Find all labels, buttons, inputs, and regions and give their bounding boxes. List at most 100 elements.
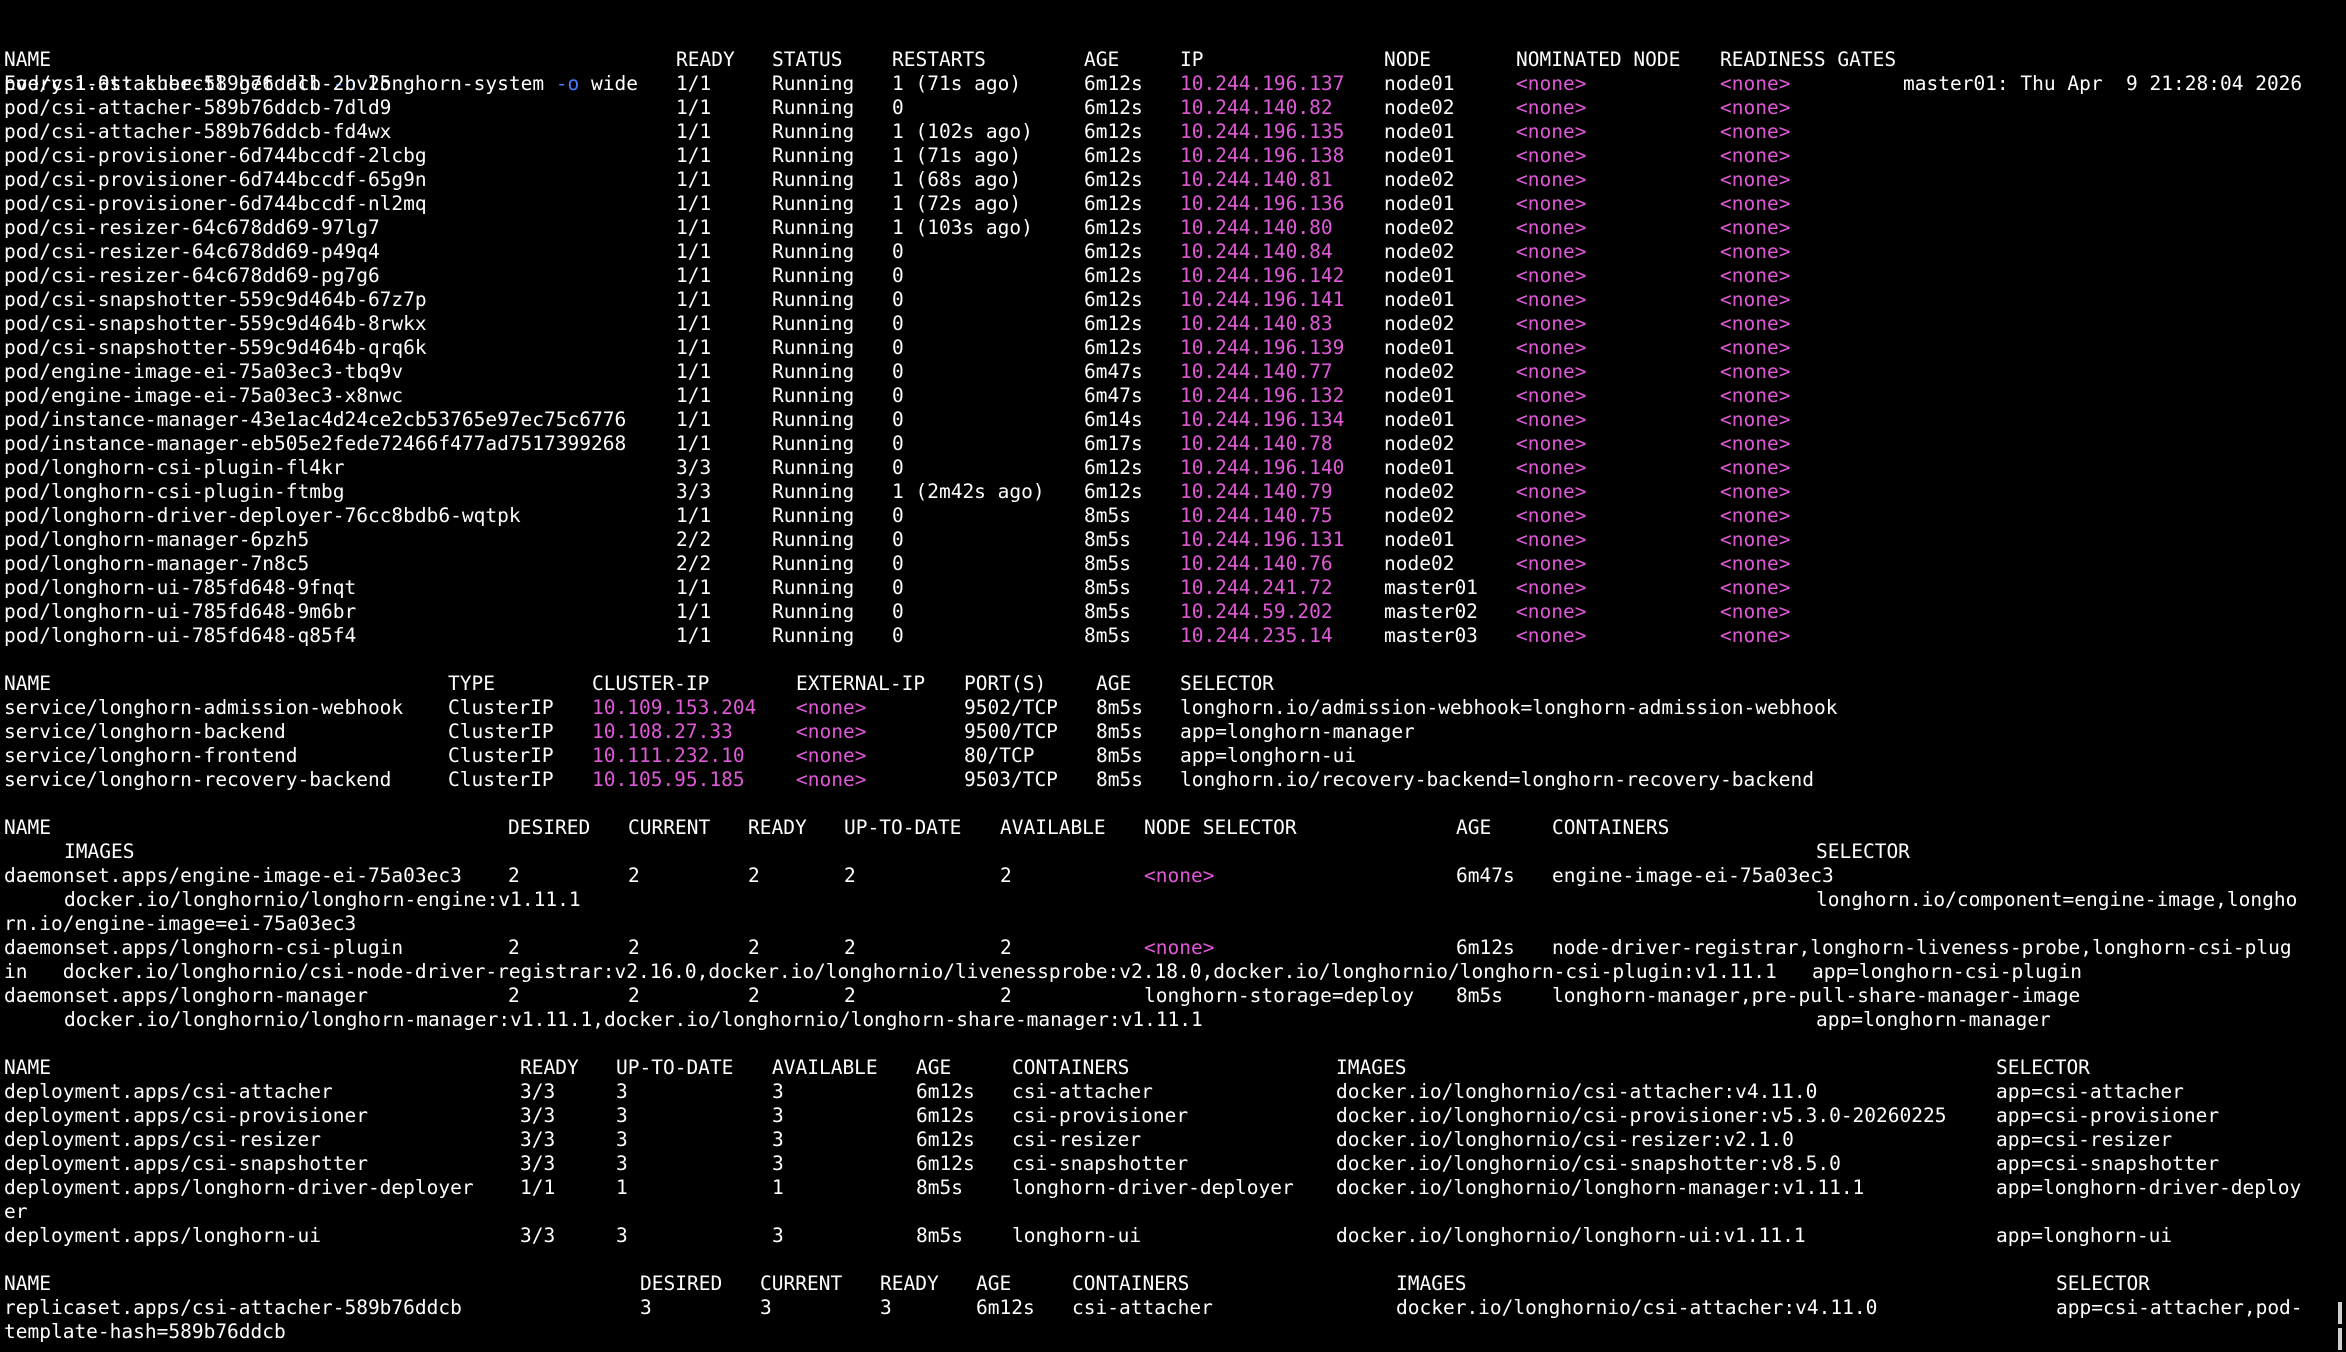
pod-name: pod/longhorn-ui-785fd648-9m6br	[4, 600, 357, 623]
pod-ready: 1/1	[676, 96, 712, 119]
pod-node: node01	[1384, 264, 1455, 287]
daemonset-name: daemonset.apps/engine-image-ei-75a03ec3	[4, 864, 462, 887]
service-name: service/longhorn-recovery-backend	[4, 768, 392, 791]
pod-restarts: 0	[892, 552, 904, 575]
pod-ready: 1/1	[676, 336, 712, 359]
pod-restarts: 0	[892, 504, 904, 527]
pod-readiness-gates: <none>	[1720, 600, 1791, 623]
pod-status: Running	[772, 552, 855, 575]
pod-ip: 10.244.196.137	[1180, 72, 1345, 95]
pod-age: 6m47s	[1084, 360, 1143, 383]
rs-current: 3	[760, 1296, 772, 1319]
pod-status: Running	[772, 96, 855, 119]
pod-node: node01	[1384, 336, 1455, 359]
pod-name: pod/longhorn-csi-plugin-ftmbg	[4, 480, 345, 503]
pod-row: pod/engine-image-ei-75a03ec3-tbq9v 1/1 Run…	[4, 360, 2334, 384]
pod-restarts: 0	[892, 408, 904, 431]
pod-readiness-gates: <none>	[1720, 576, 1791, 599]
dep-uptodate: 3	[616, 1080, 628, 1103]
cluster-ip: 10.111.232.10	[592, 744, 745, 767]
dep-containers: csi-snapshotter	[1012, 1152, 1189, 1175]
pod-row: pod/csi-provisioner-6d744bccdf-2lcbg 1/1 R…	[4, 144, 2334, 168]
ds-containers: longhorn-manager,pre-pull-share-manager-…	[1552, 984, 2081, 1007]
scrollbar[interactable]	[2338, 1302, 2342, 1324]
pod-ready: 1/1	[676, 144, 712, 167]
ds-containers: node-driver-registrar,longhorn-liveness-…	[1552, 936, 2292, 959]
dep-ready: 3/3	[520, 1224, 556, 1247]
dep-images: docker.io/longhornio/longhorn-manager:v1…	[1336, 1176, 1865, 1199]
pod-ip: 10.244.140.75	[1180, 504, 1333, 527]
ports: 9502/TCP	[964, 696, 1058, 719]
column-header: READY	[880, 1272, 939, 1295]
pod-restarts: 0	[892, 240, 904, 263]
dep-selector: app=csi-snapshotter	[1996, 1152, 2220, 1175]
pod-row: pod/longhorn-csi-plugin-ftmbg 3/3 Running 1…	[4, 480, 2334, 504]
dep-containers: csi-provisioner	[1012, 1104, 1189, 1127]
pod-name: pod/longhorn-csi-plugin-fl4kr	[4, 456, 345, 479]
pod-row: pod/csi-provisioner-6d744bccdf-65g9n 1/1 R…	[4, 168, 2334, 192]
pod-row: pod/instance-manager-eb505e2fede72466f47…	[4, 432, 2334, 456]
dep-images: docker.io/longhornio/csi-provisioner:v5.…	[1336, 1104, 1947, 1127]
pod-status: Running	[772, 432, 855, 455]
pod-name: pod/csi-provisioner-6d744bccdf-nl2mq	[4, 192, 427, 215]
dep-available: 1	[772, 1176, 784, 1199]
terminal[interactable]: Every 1.0s: kubectl get all -n longhorn-…	[0, 0, 2346, 1352]
column-header: READY	[676, 48, 735, 71]
deployment-name: deployment.apps/csi-provisioner	[4, 1104, 368, 1127]
pod-name: pod/longhorn-driver-deployer-76cc8bdb6-w…	[4, 504, 521, 527]
column-header: CONTAINERS	[1552, 816, 1670, 839]
pod-name: pod/longhorn-ui-785fd648-q85f4	[4, 624, 357, 647]
pod-ip: 10.244.196.135	[1180, 120, 1345, 143]
pod-name: pod/csi-snapshotter-559c9d464b-qrq6k	[4, 336, 427, 359]
pod-readiness-gates: <none>	[1720, 456, 1791, 479]
pod-restarts: 0	[892, 312, 904, 335]
dep-available: 3	[772, 1224, 784, 1247]
pod-nominated-node: <none>	[1516, 144, 1587, 167]
service-age: 8m5s	[1096, 744, 1143, 767]
column-header: IMAGES	[64, 840, 135, 863]
pod-age: 6m12s	[1084, 168, 1143, 191]
pod-restarts: 1 (103s ago)	[892, 216, 1033, 239]
deployment-row: deployment.apps/csi-provisioner 3/3 3 3 6m12…	[4, 1104, 2334, 1128]
pod-status: Running	[772, 528, 855, 551]
pod-age: 6m12s	[1084, 216, 1143, 239]
pod-node: node02	[1384, 360, 1455, 383]
dep-uptodate: 3	[616, 1128, 628, 1151]
external-ip: <none>	[796, 744, 867, 767]
pod-age: 6m12s	[1084, 264, 1143, 287]
dep-images: docker.io/longhornio/csi-attacher:v4.11.…	[1336, 1080, 1818, 1103]
daemonset-row: daemonset.apps/engine-image-ei-75a03ec3 2…	[4, 864, 2334, 888]
service-age: 8m5s	[1096, 720, 1143, 743]
service-row: service/longhorn-admission-webhook Cluste…	[4, 696, 2334, 720]
deployment-name: deployment.apps/longhorn-ui	[4, 1224, 321, 1247]
column-header: READY	[520, 1056, 579, 1079]
pod-readiness-gates: <none>	[1720, 168, 1791, 191]
pod-node: node02	[1384, 312, 1455, 335]
column-header: PORT(S)	[964, 672, 1047, 695]
pod-ip: 10.244.196.142	[1180, 264, 1345, 287]
service-selector: app=longhorn-ui	[1180, 744, 1357, 767]
column-header: AGE	[1456, 816, 1492, 839]
pod-readiness-gates: <none>	[1720, 480, 1791, 503]
column-header: NODE SELECTOR	[1144, 816, 1297, 839]
pod-name: pod/csi-attacher-589b76ddcb-fd4wx	[4, 120, 392, 143]
replicaset-name: replicaset.apps/csi-attacher-589b76ddcb	[4, 1296, 462, 1319]
daemonset-row-wrap: rn.io/engine-image=ei-75a03ec3	[4, 912, 2334, 936]
pod-readiness-gates: <none>	[1720, 504, 1791, 527]
pod-ip: 10.244.140.83	[1180, 312, 1333, 335]
pod-node: node01	[1384, 288, 1455, 311]
pod-name: pod/longhorn-manager-7n8c5	[4, 552, 310, 575]
pod-readiness-gates: <none>	[1720, 144, 1791, 167]
service-row: service/longhorn-backend ClusterIP 10.108.…	[4, 720, 2334, 744]
ds-available: 2	[1000, 936, 1012, 959]
column-header: AVAILABLE	[772, 1056, 878, 1079]
scrollbar-lower[interactable]	[2338, 1328, 2342, 1350]
pod-node: master01	[1384, 576, 1478, 599]
pod-age: 6m12s	[1084, 288, 1143, 311]
pod-name: pod/csi-attacher-589b76ddcb-7dld9	[4, 96, 392, 119]
column-header: SELECTOR	[1996, 1056, 2090, 1079]
pod-node: master02	[1384, 600, 1478, 623]
dep-selector: app=longhorn-driver-deploy	[1996, 1176, 2302, 1199]
ds-available: 2	[1000, 984, 1012, 1007]
dep-available: 3	[772, 1104, 784, 1127]
